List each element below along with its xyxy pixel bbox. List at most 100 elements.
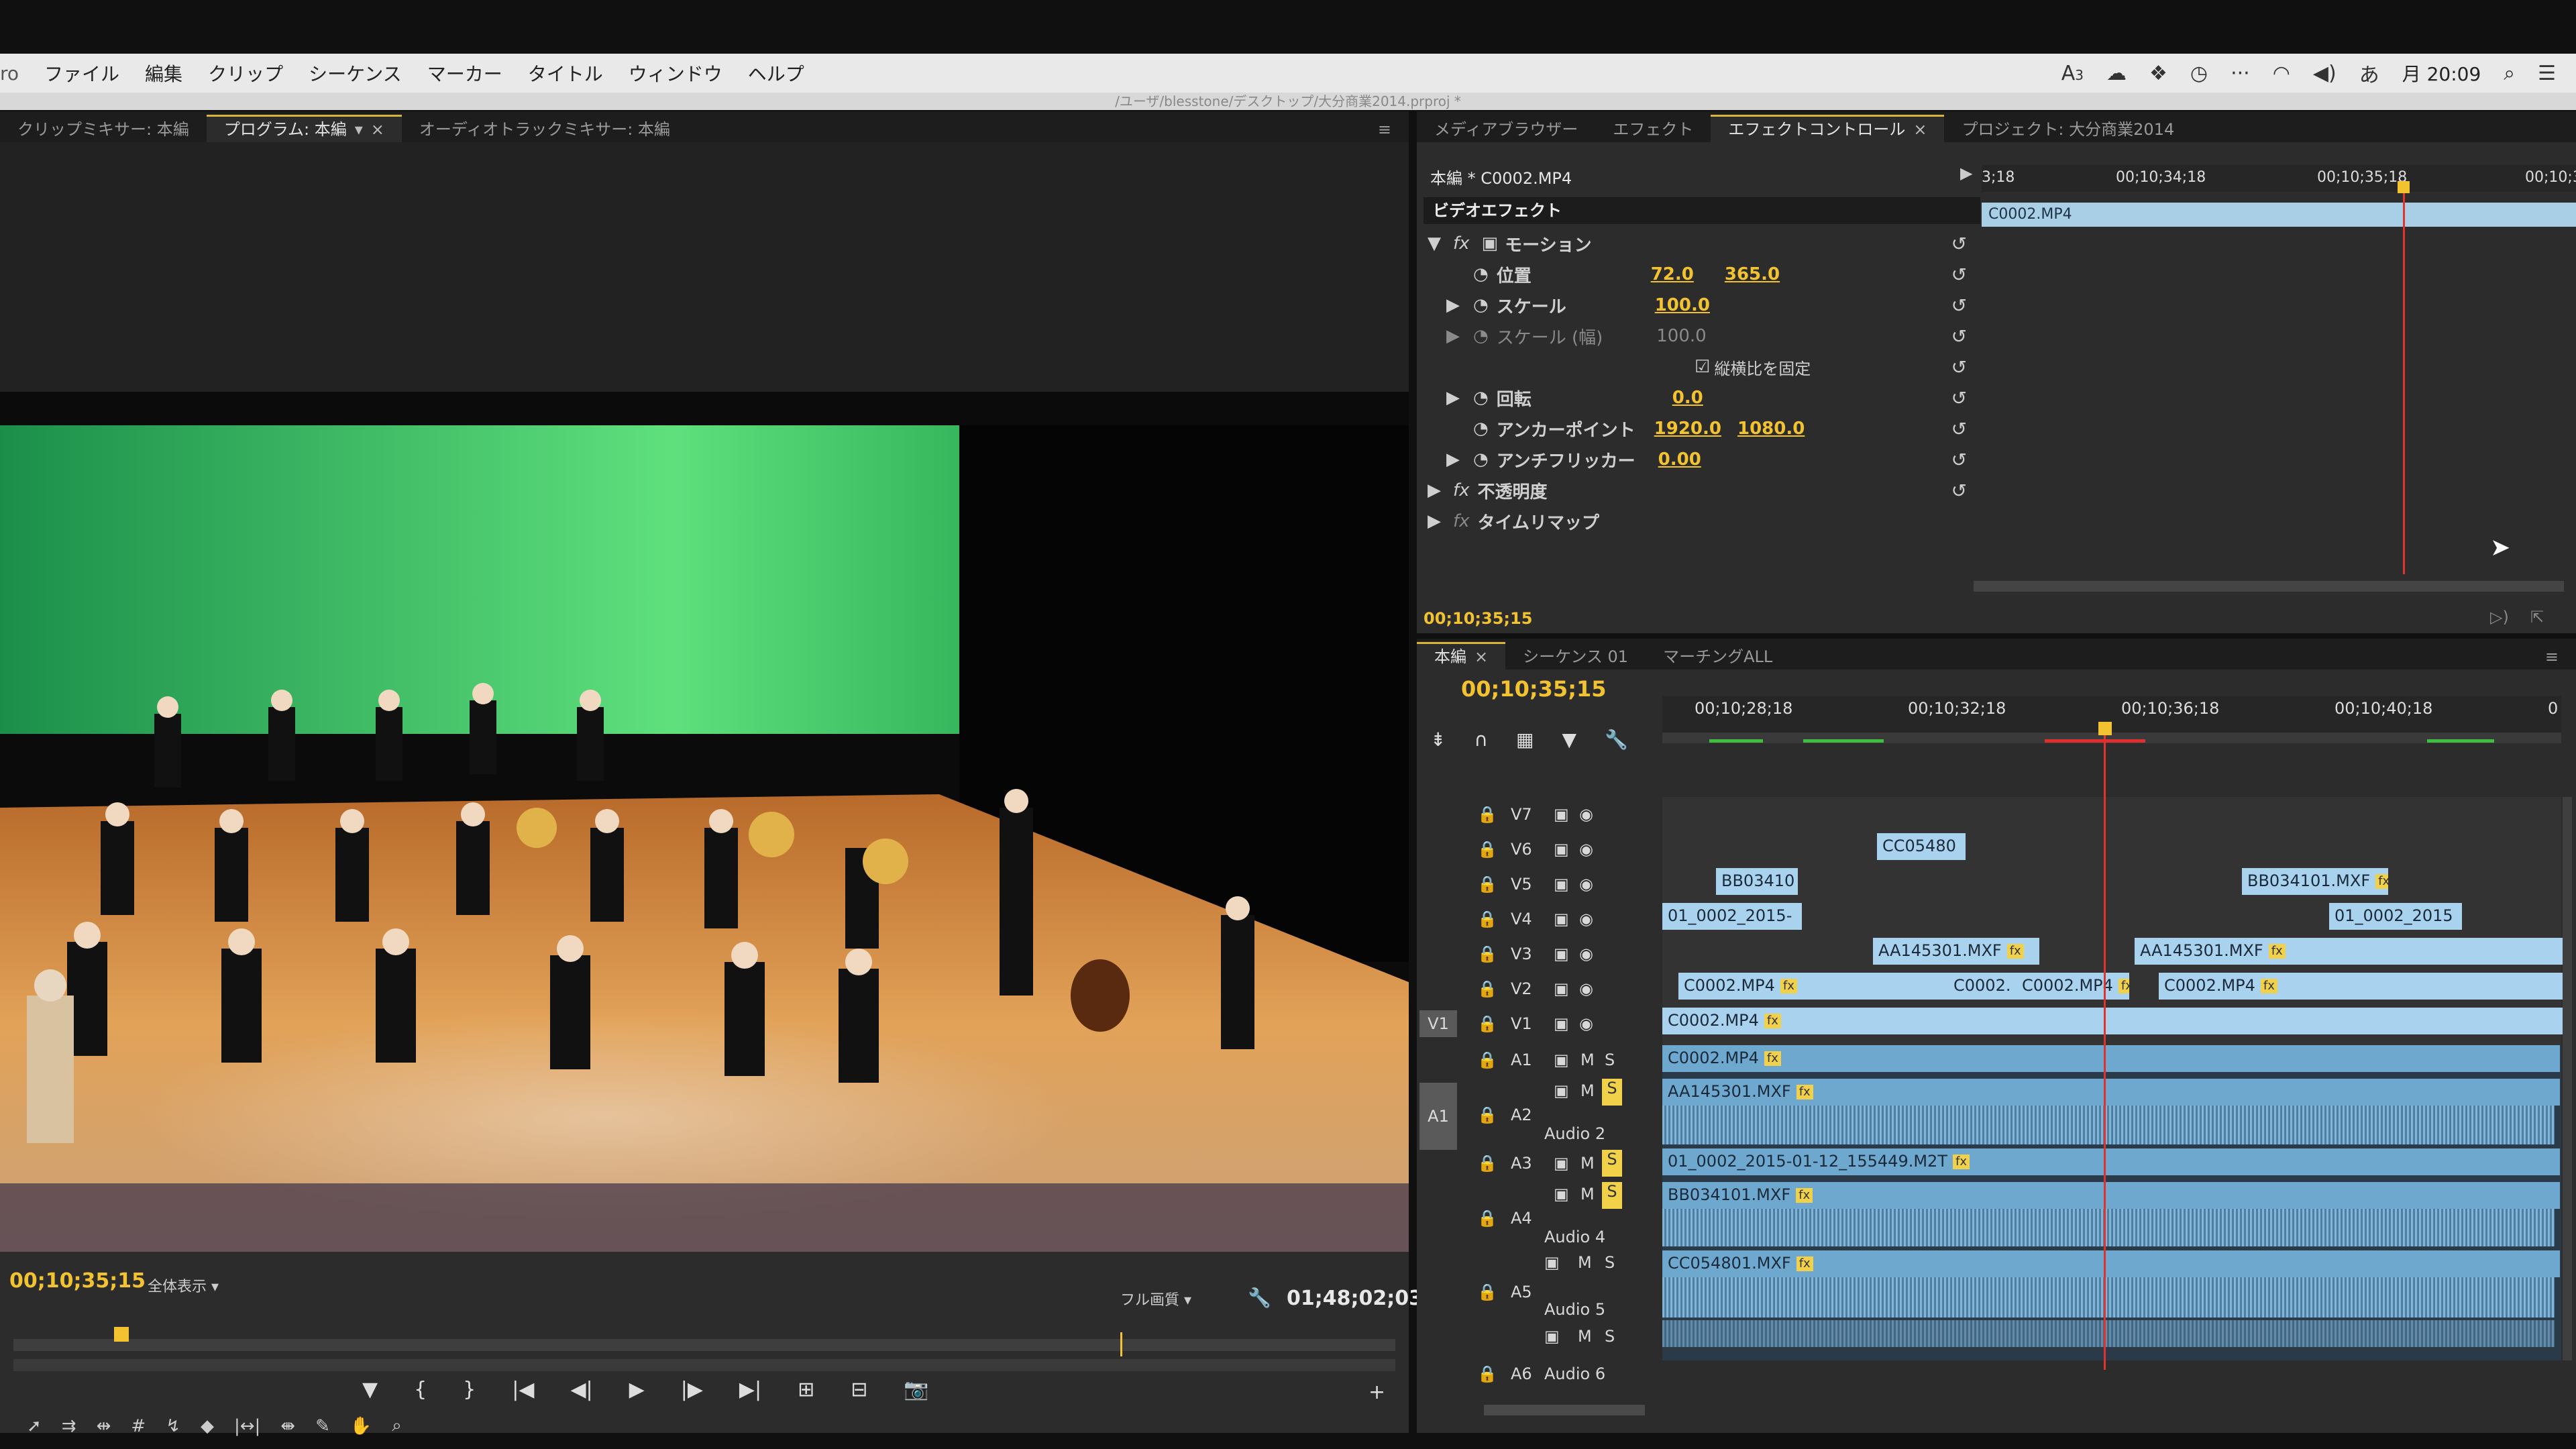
razor-tool-icon[interactable]: ◆: [201, 1416, 214, 1436]
add-button-icon[interactable]: +: [1368, 1381, 1385, 1404]
volume-icon[interactable]: ◀): [2313, 62, 2337, 85]
lock-icon[interactable]: 🔒: [1477, 1154, 1497, 1173]
slip-tool-icon[interactable]: |↔|: [234, 1416, 260, 1436]
eye-icon[interactable]: ◉: [1579, 979, 1593, 998]
expand-icon[interactable]: ▶: [1446, 295, 1460, 315]
fx-badge-icon[interactable]: fx: [1453, 480, 1470, 500]
reset-icon[interactable]: ↺: [1951, 387, 1967, 409]
tab-sequence-01[interactable]: シーケンス 01: [1505, 644, 1646, 669]
eye-icon[interactable]: ◉: [1579, 875, 1593, 894]
timeline-current-time[interactable]: 00;10;35;15: [1461, 676, 1607, 702]
clip-a3[interactable]: 01_0002_2015-01-12_155449.M2T fx: [1662, 1148, 2560, 1175]
solo-button[interactable]: S: [1605, 1051, 1615, 1069]
lift-icon[interactable]: ⊞: [798, 1378, 814, 1401]
motion-row[interactable]: ▼ fx ▣ モーション ↺: [1417, 228, 1980, 259]
lock-icon[interactable]: 🔒: [1477, 910, 1497, 928]
tab-project[interactable]: プロジェクト: 大分商業2014: [1944, 117, 2192, 142]
pen-tool-icon[interactable]: ✎: [315, 1416, 330, 1436]
wrench-icon[interactable]: 🔧: [1248, 1287, 1271, 1309]
eye-icon[interactable]: ◉: [1579, 840, 1593, 859]
play-icon[interactable]: ▶: [629, 1378, 645, 1401]
close-icon[interactable]: ×: [1474, 647, 1488, 666]
add-marker-icon[interactable]: ▼: [1562, 729, 1576, 751]
lock-icon[interactable]: 🔒: [1477, 1106, 1497, 1124]
sync-icon[interactable]: ▣: [1554, 1081, 1569, 1100]
stopwatch-icon[interactable]: ◔: [1473, 295, 1489, 315]
expand-icon[interactable]: ▶: [1446, 388, 1460, 408]
mark-out-icon[interactable]: }: [463, 1378, 476, 1401]
clip-a5[interactable]: CC054801.MXF fx: [1662, 1250, 2560, 1277]
anti-flicker-value[interactable]: 0.00: [1658, 449, 1701, 470]
playback-resolution-select[interactable]: フル画質 ▾: [1120, 1288, 1191, 1309]
reset-icon[interactable]: ↺: [1951, 325, 1967, 347]
slide-tool-icon[interactable]: ⇼: [280, 1416, 295, 1436]
tab-marching-all[interactable]: マーチングALL: [1646, 644, 1790, 669]
clip-v3-b[interactable]: AA145301.MXF fx: [2135, 938, 2567, 965]
effects-zoom-scrollbar[interactable]: [1974, 581, 2564, 592]
sync-icon[interactable]: ▣: [1544, 1253, 1560, 1272]
rotation-value[interactable]: 0.0: [1672, 388, 1703, 408]
lock-icon[interactable]: 🔒: [1477, 1364, 1497, 1383]
position-y-value[interactable]: 365.0: [1725, 264, 1780, 284]
menu-help[interactable]: ヘルプ: [748, 60, 804, 87]
selection-tool-icon[interactable]: ➚: [27, 1416, 42, 1436]
effects-ruler[interactable]: 3;18 00;10;34;18 00;10;35;18 00;10;3: [1982, 165, 2576, 192]
clip-v2-c[interactable]: C0002.MP4 fx: [2017, 973, 2129, 1000]
show-timeline-icon[interactable]: ▶: [1960, 164, 1972, 182]
clip-v6[interactable]: CC05480: [1877, 833, 1966, 860]
menu-marker[interactable]: マーカー: [427, 60, 502, 87]
timeline-playhead-handle[interactable]: [2098, 722, 2112, 735]
fx-badge-icon[interactable]: fx: [1453, 233, 1470, 254]
position-x-value[interactable]: 72.0: [1651, 264, 1694, 284]
eye-icon[interactable]: ◉: [1579, 945, 1593, 963]
ripple-edit-tool-icon[interactable]: ⇹: [97, 1416, 111, 1436]
reset-icon[interactable]: ↺: [1951, 449, 1967, 471]
source-patch-v1[interactable]: V1: [1419, 1010, 1457, 1037]
program-scrubber[interactable]: [13, 1327, 1395, 1356]
lock-icon[interactable]: 🔒: [1477, 1014, 1497, 1033]
solo-button[interactable]: S: [1602, 1150, 1622, 1177]
sync-icon[interactable]: ▣: [1554, 1154, 1569, 1173]
lock-icon[interactable]: 🔒: [1477, 875, 1497, 894]
solo-button[interactable]: S: [1602, 1079, 1622, 1106]
rate-stretch-tool-icon[interactable]: ↯: [166, 1416, 180, 1436]
cloud-icon[interactable]: ☁: [2106, 62, 2127, 85]
adobe-icon[interactable]: A3: [2061, 62, 2084, 85]
go-to-in-icon[interactable]: |◀: [512, 1378, 534, 1401]
audio-toggle-icon[interactable]: ▷): [2490, 608, 2509, 627]
clip-v5-b[interactable]: BB034101.MXF fx: [2242, 868, 2388, 895]
clip-a2[interactable]: AA145301.MXF fx: [1662, 1079, 2560, 1106]
solo-button[interactable]: S: [1602, 1182, 1622, 1209]
time-machine-icon[interactable]: ◷: [2190, 62, 2208, 85]
menu-title[interactable]: タイトル: [528, 60, 603, 87]
fx-badge-icon[interactable]: fx: [1453, 511, 1470, 531]
dropbox-icon[interactable]: ❖: [2149, 62, 2167, 85]
reset-icon[interactable]: ↺: [1951, 356, 1967, 378]
menu-file[interactable]: ファイル: [44, 60, 119, 87]
playhead-icon[interactable]: [114, 1327, 129, 1342]
clip-v2-b[interactable]: C0002.: [1948, 973, 2021, 1000]
sync-icon[interactable]: ▣: [1554, 945, 1569, 963]
stopwatch-icon[interactable]: ◔: [1473, 449, 1489, 470]
step-back-icon[interactable]: ◀|: [570, 1378, 592, 1401]
anchor-y-value[interactable]: 1080.0: [1737, 419, 1805, 439]
mute-button[interactable]: M: [1580, 1081, 1595, 1100]
lock-icon[interactable]: 🔒: [1477, 1209, 1497, 1228]
track-select-tool-icon[interactable]: ⇉: [62, 1416, 76, 1436]
more-icon[interactable]: ···: [2231, 62, 2250, 85]
export-frame-icon[interactable]: 📷: [904, 1378, 928, 1401]
panel-menu-icon[interactable]: ≡: [1360, 117, 1409, 142]
zoom-scrollbar[interactable]: [13, 1359, 1395, 1371]
lock-icon[interactable]: 🔒: [1477, 805, 1497, 824]
effects-playhead-handle[interactable]: [2398, 181, 2410, 193]
uniform-scale-checkbox[interactable]: ☑: [1695, 357, 1710, 377]
lock-icon[interactable]: 🔒: [1477, 945, 1497, 963]
wrench-icon[interactable]: 🔧: [1605, 729, 1628, 751]
expand-icon[interactable]: ▶: [1446, 326, 1460, 346]
clip-v1[interactable]: C0002.MP4 fx: [1662, 1008, 2567, 1034]
eye-icon[interactable]: ◉: [1579, 1014, 1593, 1033]
clip-a4[interactable]: BB034101.MXF fx: [1662, 1182, 2560, 1209]
panel-menu-icon[interactable]: ≡: [2528, 644, 2576, 669]
menu-clock[interactable]: 月 20:09: [2402, 60, 2481, 87]
close-icon[interactable]: ×: [1913, 120, 1927, 139]
